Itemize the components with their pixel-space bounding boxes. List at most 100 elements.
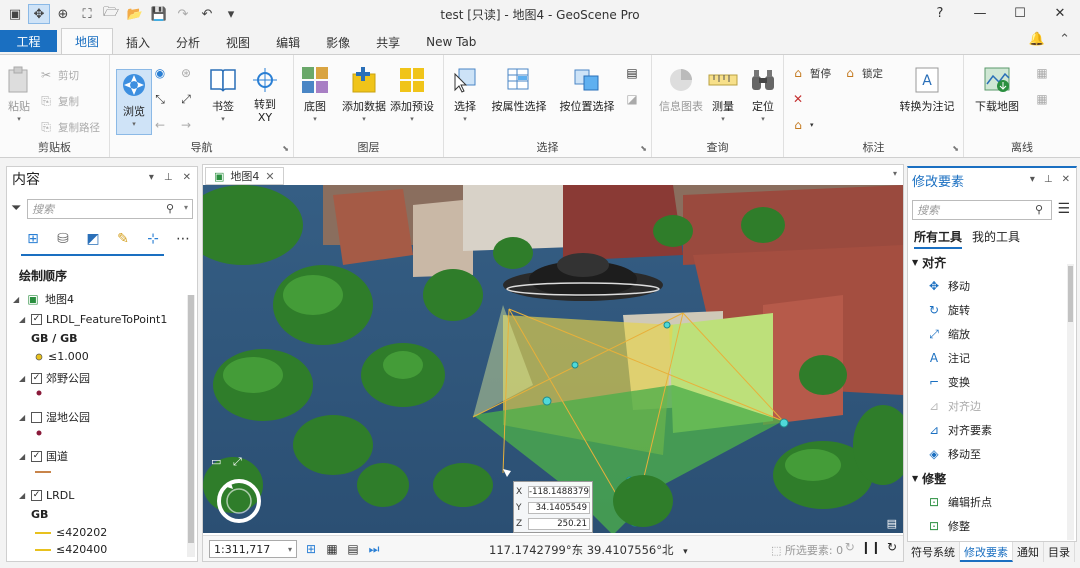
collapse-icon[interactable]: ◢ bbox=[19, 491, 27, 500]
cut-button[interactable]: ✂ 剪切 bbox=[38, 67, 79, 83]
pane-menu-icon[interactable]: ▾ bbox=[149, 172, 154, 183]
lock-labeling-button[interactable]: ⌂ 锁定 bbox=[842, 65, 883, 81]
tab-notifications[interactable]: 通知 bbox=[1013, 542, 1044, 562]
tab-edit[interactable]: 编辑 bbox=[263, 30, 313, 54]
explore-button[interactable]: 浏览 ▾ bbox=[116, 69, 152, 135]
rotate-tool[interactable]: ↻ 旋转 bbox=[926, 302, 970, 318]
collapse-icon[interactable]: ◢ bbox=[13, 295, 21, 304]
fixed-zoom-button[interactable]: ⊛ bbox=[178, 65, 194, 81]
layer-row[interactable]: ◢ 湿地公园 bbox=[19, 409, 90, 425]
filter-icon[interactable]: ⏷ bbox=[11, 201, 21, 216]
tab-project[interactable]: 工程 bbox=[0, 30, 57, 52]
tab-imagery[interactable]: 影像 bbox=[313, 30, 363, 54]
collapse-icon[interactable]: ◢ bbox=[19, 374, 27, 383]
select-by-attributes-button[interactable]: 按属性选择 bbox=[488, 65, 550, 114]
ribbon-collapse-icon[interactable]: ⌃ bbox=[1059, 32, 1070, 47]
snapping-list-icon[interactable]: ⊹ bbox=[141, 227, 165, 251]
layer-visibility-checkbox[interactable]: ✓ bbox=[31, 450, 42, 462]
annotation-tool[interactable]: A 注记 bbox=[926, 350, 970, 366]
copy-path-button[interactable]: ⎘ 复制路径 bbox=[38, 119, 100, 135]
layer-row[interactable]: ◢ ✓ LRDL_FeatureToPoint1 bbox=[19, 313, 167, 326]
pane-menu-icon[interactable]: ▾ bbox=[1030, 174, 1035, 185]
attributes-button[interactable]: ▤ bbox=[624, 65, 640, 81]
tab-insert[interactable]: 插入 bbox=[113, 30, 163, 54]
refresh-icon[interactable]: ↻ bbox=[845, 540, 855, 554]
pane-close-icon[interactable]: ✕ bbox=[183, 172, 191, 183]
display-constraints-icon[interactable]: ⏭ bbox=[366, 541, 382, 557]
transform-tool[interactable]: ⌐ 变换 bbox=[926, 374, 970, 390]
editing-list-icon[interactable]: ✎ bbox=[111, 227, 135, 251]
labeling-launcher-icon[interactable]: ⬊ bbox=[952, 144, 959, 153]
tab-share[interactable]: 共享 bbox=[363, 30, 413, 54]
map-node[interactable]: ◢ ▣ 地图4 bbox=[13, 291, 74, 307]
expand-navigator-icon[interactable]: ⤢ bbox=[233, 455, 242, 469]
zoom-out-fixed-button[interactable]: ⤢ bbox=[178, 91, 194, 107]
goto-xy-button[interactable]: 转到 XY bbox=[240, 65, 290, 124]
navigator-toggle-icon[interactable]: ▭ bbox=[211, 455, 221, 468]
maximize-button[interactable]: ☐ bbox=[1000, 0, 1040, 26]
y-coordinate-field[interactable]: 34.1405549 bbox=[528, 502, 590, 514]
select-button[interactable]: 选择 ▾ bbox=[440, 65, 490, 123]
zoom-to-selected-button[interactable]: ⤡ bbox=[152, 91, 168, 107]
align-section-header[interactable]: ▼ 对齐 bbox=[912, 254, 946, 271]
next-extent-button[interactable]: → bbox=[178, 117, 194, 133]
label-options-button[interactable]: ⌂ ▾ bbox=[790, 117, 813, 133]
explore-quick-icon[interactable]: ✥ bbox=[28, 4, 50, 24]
move-tool[interactable]: ✥ 移动 bbox=[926, 278, 970, 294]
data-source-icon[interactable]: ⛁ bbox=[51, 227, 75, 251]
notification-bell-icon[interactable]: 🔔 bbox=[1029, 32, 1045, 47]
table-view-icon[interactable]: ▤ bbox=[345, 541, 361, 557]
open-project-icon[interactable]: 📂 bbox=[124, 4, 146, 24]
pane-close-icon[interactable]: ✕ bbox=[1062, 174, 1070, 185]
tab-view[interactable]: 视图 bbox=[213, 30, 263, 54]
pause-labeling-button[interactable]: ⌂ 暂停 bbox=[790, 65, 831, 81]
layer-row[interactable]: ◢ ✓ 国道 bbox=[19, 448, 68, 464]
align-edge-tool[interactable]: ⊿ 对齐边 bbox=[926, 398, 981, 414]
remove-offline-button[interactable]: ▦ bbox=[1034, 91, 1050, 107]
previous-extent-button[interactable]: ← bbox=[152, 117, 168, 133]
collapse-icon[interactable]: ◢ bbox=[19, 452, 27, 461]
layer-visibility-checkbox[interactable]: ✓ bbox=[31, 372, 42, 384]
undo-icon[interactable]: ↶ bbox=[196, 4, 218, 24]
tab-catalog[interactable]: 目录 bbox=[1044, 542, 1075, 562]
view-menu-icon[interactable]: ▣ bbox=[4, 4, 26, 24]
contents-scrollbar[interactable] bbox=[187, 295, 195, 557]
tab-all-tools[interactable]: 所有工具 bbox=[914, 228, 963, 249]
full-extent-button[interactable]: ◉ bbox=[152, 65, 168, 81]
drawing-order-icon[interactable]: ⊞ bbox=[21, 227, 45, 251]
snapping-toggle-icon[interactable]: ⊞ bbox=[303, 541, 319, 557]
minimize-button[interactable]: — bbox=[960, 0, 1000, 26]
close-button[interactable]: ✕ bbox=[1040, 0, 1080, 26]
convert-to-annotation-button[interactable]: A 转换为注记 bbox=[894, 65, 960, 114]
tab-my-tools[interactable]: 我的工具 bbox=[972, 228, 1020, 249]
navigator-control-icon[interactable] bbox=[215, 477, 263, 525]
layer-visibility-checkbox[interactable] bbox=[31, 411, 42, 423]
scale-dropdown[interactable]: 1:311,717 ▾ bbox=[209, 540, 297, 558]
map-attribution-icon[interactable]: ▤ bbox=[887, 517, 897, 530]
reshape-section-header[interactable]: ▼ 修整 bbox=[912, 470, 946, 487]
navigate-launcher-icon[interactable]: ⬊ bbox=[282, 144, 289, 153]
clear-selection-button[interactable]: ◪ bbox=[624, 91, 640, 107]
layer-visibility-checkbox[interactable]: ✓ bbox=[31, 490, 42, 501]
customize-dropdown-icon[interactable]: ▾ bbox=[220, 4, 242, 24]
unplaced-labels-button[interactable]: ✕ bbox=[790, 91, 806, 107]
tab-new-tab[interactable]: New Tab bbox=[413, 30, 489, 54]
tab-modify-features[interactable]: 修改要素 bbox=[960, 542, 1013, 562]
add-preset-button[interactable]: 添加预设 ▾ bbox=[386, 65, 438, 123]
scale-tool[interactable]: ⤢ 缩放 bbox=[926, 326, 970, 342]
map-tabs-dropdown-icon[interactable]: ▾ bbox=[893, 169, 897, 178]
collapse-icon[interactable]: ◢ bbox=[19, 413, 27, 422]
collapse-icon[interactable]: ◢ bbox=[19, 315, 27, 324]
sync-button[interactable]: ▦ bbox=[1034, 65, 1050, 81]
z-coordinate-field[interactable]: 250.21 bbox=[528, 518, 590, 530]
locate-button[interactable]: 定位 ▾ bbox=[738, 65, 788, 123]
map-tab-close-icon[interactable]: ✕ bbox=[265, 170, 274, 183]
3d-scene-canvas[interactable]: ▭ ⤢ ▤ X -118.1488379 Y 34.1405549 Z 250.21 bbox=[203, 185, 903, 533]
modify-scrollbar[interactable] bbox=[1067, 264, 1074, 540]
pin-icon[interactable]: ⊥ bbox=[164, 172, 173, 183]
modify-search-input[interactable]: 搜索 ⚲ bbox=[912, 200, 1052, 220]
layer-visibility-checkbox[interactable]: ✓ bbox=[31, 314, 42, 325]
zoom-in-icon[interactable]: ⊕ bbox=[52, 4, 74, 24]
align-features-tool[interactable]: ⊿ 对齐要素 bbox=[926, 422, 992, 438]
redo-icon[interactable]: ↷ bbox=[172, 4, 194, 24]
